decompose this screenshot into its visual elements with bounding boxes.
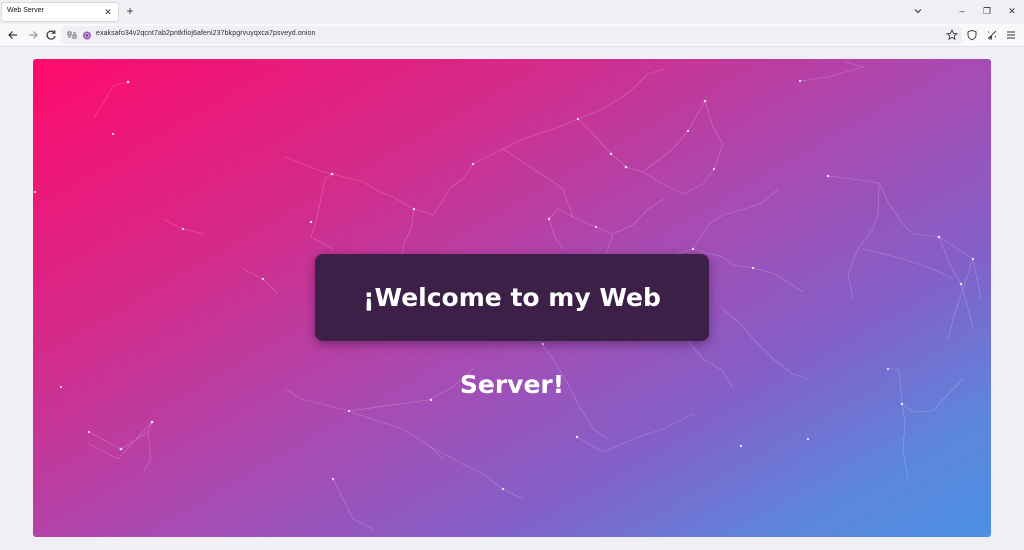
- page-heading: ¡Welcome to my Web Server!: [363, 283, 661, 399]
- tab-web-server[interactable]: Web Server ✕: [1, 2, 119, 22]
- tab-strip: Web Server ✕ + – ❐ ✕: [0, 0, 1024, 24]
- page-content: ¡Welcome to my Web Server!: [33, 59, 991, 537]
- welcome-banner: ¡Welcome to my Web Server!: [315, 254, 709, 399]
- chevron-down-icon[interactable]: [912, 5, 924, 17]
- close-window-button[interactable]: ✕: [1005, 4, 1019, 18]
- restore-button[interactable]: ❐: [980, 4, 994, 18]
- navigation-toolbar: exaksafo34v2qcnt7ab2pntkfioj6afeni237bkp…: [0, 24, 1024, 47]
- reload-icon[interactable]: [44, 28, 58, 42]
- tab-title: Web Server: [7, 7, 44, 14]
- permissions-icon[interactable]: [66, 29, 78, 41]
- new-tab-button[interactable]: +: [124, 4, 136, 18]
- shield-icon[interactable]: [966, 29, 978, 41]
- url-bar[interactable]: exaksafo34v2qcnt7ab2pntkfioj6afeni237bkp…: [62, 26, 962, 44]
- star-icon[interactable]: [946, 29, 958, 41]
- onion-icon[interactable]: [81, 29, 93, 41]
- browser-window: Web Server ✕ + – ❐ ✕ exaksafo34v2qcnt7ab…: [0, 0, 1024, 550]
- back-icon[interactable]: [6, 28, 20, 42]
- url-text[interactable]: exaksafo34v2qcnt7ab2pntkfioj6afeni237bkp…: [96, 30, 315, 37]
- broom-icon[interactable]: [986, 29, 998, 41]
- minimize-button[interactable]: –: [955, 4, 969, 18]
- hamburger-menu-icon[interactable]: [1005, 29, 1017, 41]
- tab-close-icon[interactable]: ✕: [103, 6, 113, 18]
- forward-icon[interactable]: [26, 28, 40, 42]
